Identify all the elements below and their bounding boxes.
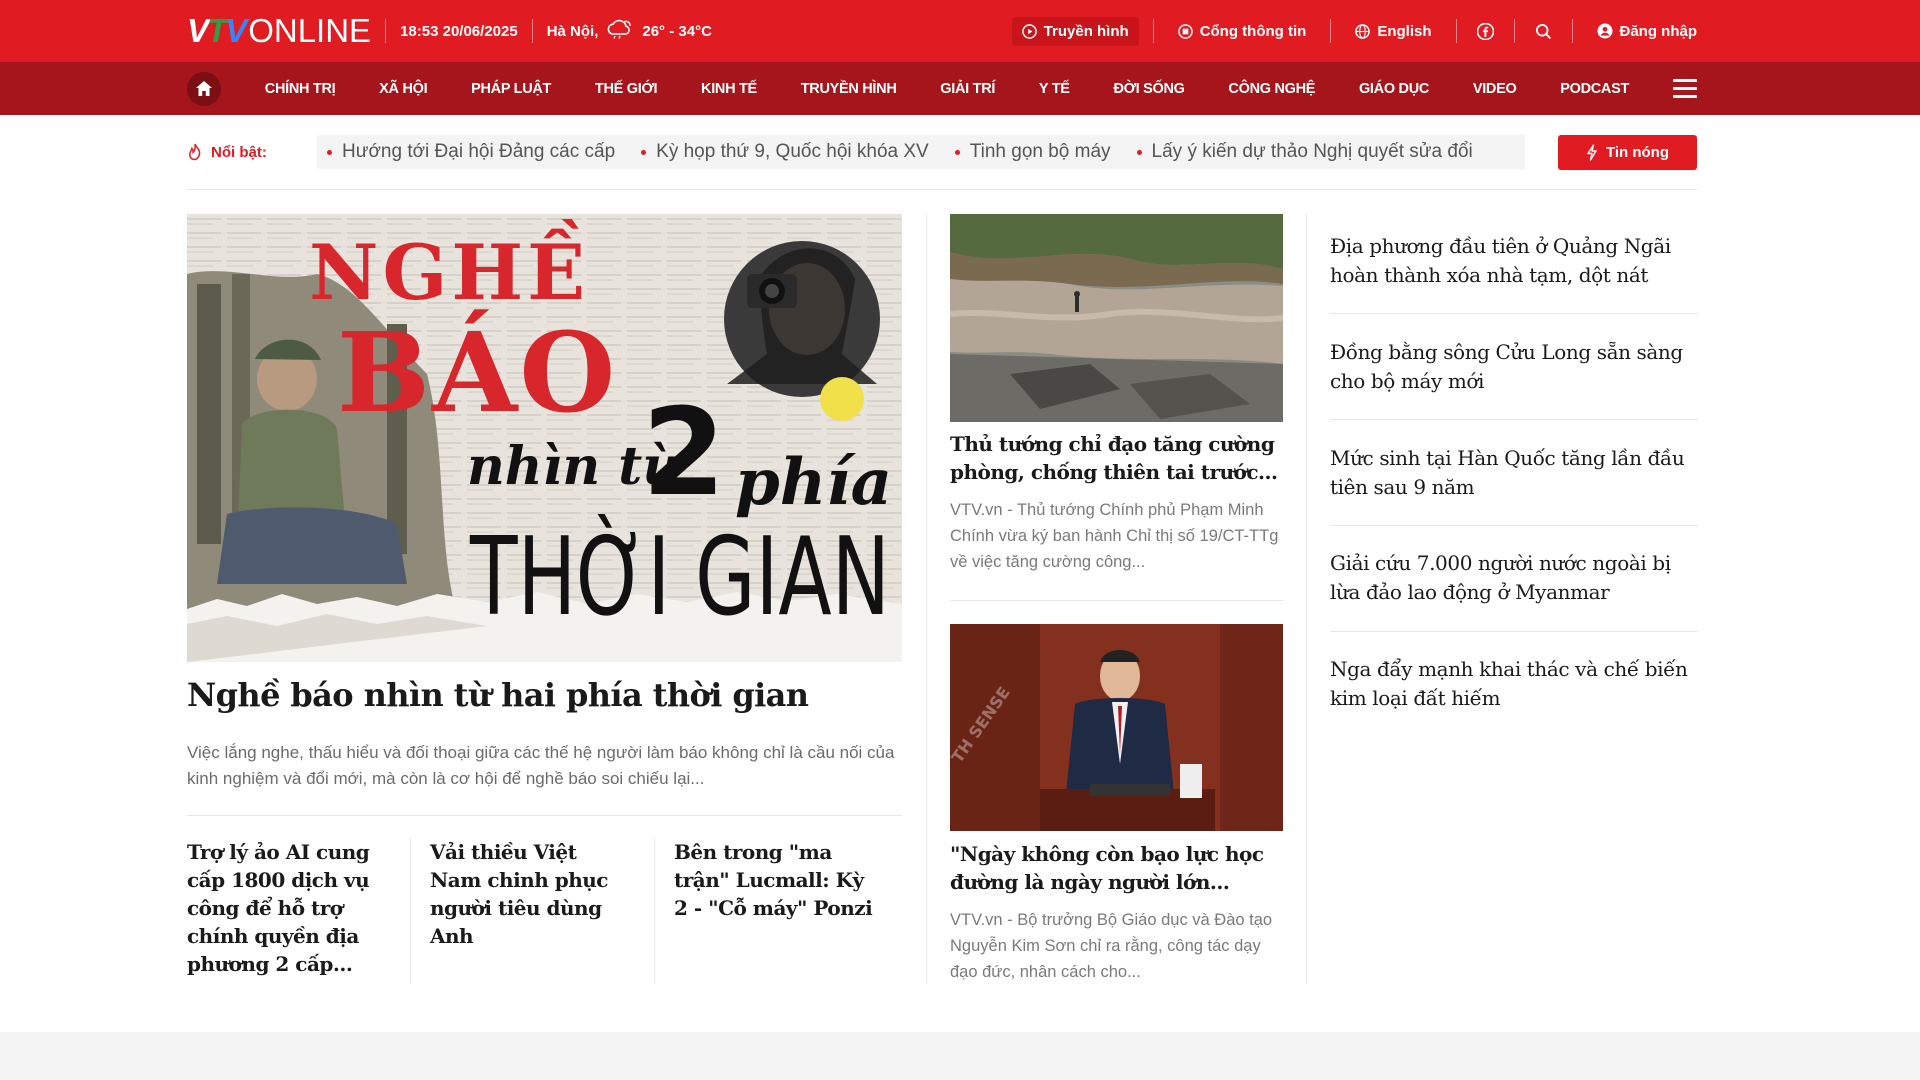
ticker-item[interactable]: Hướng tới Đại hội Đảng các cấp (327, 141, 615, 163)
highlight-bar: Nổi bật: Hướng tới Đại hội Đảng các cấp … (187, 131, 1697, 173)
divider (1455, 19, 1457, 43)
login-link-label: Đăng nhập (1619, 22, 1698, 40)
divider (950, 600, 1283, 601)
cloud-rain-icon (607, 19, 632, 39)
divider (1330, 525, 1698, 526)
nav-item-chinh-tri[interactable]: CHÍNH TRỊ (265, 81, 336, 97)
featured-title[interactable]: Nghề báo nhìn từ hai phía thời gian (187, 676, 902, 714)
column-divider (1306, 214, 1307, 984)
story-title[interactable]: Thủ tướng chỉ đạo tăng cường phòng, chốn… (950, 430, 1283, 486)
story-image-flood[interactable] (950, 214, 1283, 422)
sub-story-title[interactable]: Trợ lý ảo AI cung cấp 1800 dịch vụ công … (187, 838, 387, 978)
nav-item-video[interactable]: VIDEO (1473, 81, 1517, 97)
ticker-item[interactable]: Tinh gọn bộ máy (954, 141, 1111, 163)
divider (385, 19, 387, 43)
menu-icon[interactable] (1672, 79, 1697, 98)
flood-photo (950, 214, 1283, 422)
top-bar: VTV ONLINE 18:53 20/06/2025 Hà Nội, 26° … (0, 0, 1920, 62)
english-link-label: English (1377, 22, 1432, 40)
story-title[interactable]: "Ngày không còn bạo lực học đường là ngà… (950, 840, 1283, 896)
hot-news-button[interactable]: Tin nóng (1558, 134, 1697, 170)
divider (410, 838, 411, 984)
artwork-number-2: 2 (642, 384, 726, 523)
divider (187, 189, 1697, 190)
divider (1513, 19, 1515, 43)
nav-item-giao-duc[interactable]: GIÁO DỤC (1359, 81, 1429, 97)
logo-vtv: VTV (187, 12, 247, 49)
ticker-item[interactable]: Lấy ý kiến dự thảo Nghị quyết sửa đổi (1136, 141, 1473, 163)
divider (654, 838, 655, 984)
highlight-ticker: Hướng tới Đại hội Đảng các cấp Kỳ họp th… (317, 135, 1525, 169)
nav-item-kinh-te[interactable]: KINH TẾ (701, 81, 757, 97)
main-navigation: CHÍNH TRỊ XÃ HỘI PHÁP LUẬT THẾ GIỚI KINH… (0, 62, 1920, 115)
ticker-item[interactable]: Kỳ họp thứ 9, Quốc hội khóa XV (641, 141, 929, 163)
artwork-thoi-gian: THỜI GIAN (469, 512, 890, 640)
lightning-icon (1586, 143, 1598, 161)
user-icon (1597, 23, 1613, 39)
right-story-title[interactable]: Mức sinh tại Hàn Quốc tăng lần đầu tiên … (1330, 444, 1698, 502)
divider (1330, 419, 1698, 420)
weather-location: Hà Nội, (546, 22, 599, 40)
right-story-title[interactable]: Địa phương đầu tiên ở Quảng Ngãi hoàn th… (1330, 232, 1698, 290)
story-summary: VTV.vn - Bộ trưởng Bộ Giáo dục và Đào tạ… (950, 911, 1273, 981)
nav-item-giai-tri[interactable]: GIẢI TRÍ (940, 81, 995, 97)
weather-temperature: 26° - 34°C (642, 22, 712, 40)
divider (1330, 313, 1698, 314)
logo-online: ONLINE (248, 12, 372, 49)
search-icon[interactable] (1529, 23, 1558, 40)
tv-link-label: Truyền hình (1043, 22, 1129, 40)
globe-icon (1355, 23, 1371, 39)
minister-photo: TH SENSE (950, 624, 1283, 831)
nav-item-cong-nghe[interactable]: CÔNG NGHỆ (1228, 81, 1315, 97)
right-story-title[interactable]: Nga đẩy mạnh khai thác và chế biến kim l… (1330, 655, 1698, 713)
footer-band (0, 1032, 1920, 1080)
portal-link-label: Cổng thông tin (1199, 22, 1307, 40)
portal-link[interactable]: Cổng thông tin (1168, 17, 1317, 46)
nav-item-podcast[interactable]: PODCAST (1560, 81, 1629, 97)
nav-item-phap-luat[interactable]: PHÁP LUẬT (471, 81, 551, 97)
column-divider (926, 214, 927, 984)
tv-link[interactable]: Truyền hình (1011, 16, 1139, 46)
artwork-title-nghe: NGHỀ (309, 218, 589, 317)
current-datetime: 18:53 20/06/2025 (400, 22, 518, 40)
facebook-icon[interactable] (1471, 22, 1500, 40)
fire-icon (187, 143, 203, 161)
tv-icon (1021, 23, 1037, 39)
vtv-online-logo[interactable]: VTV ONLINE (187, 0, 371, 62)
divider (1571, 19, 1573, 43)
nav-item-truyen-hinh[interactable]: TRUYỀN HÌNH (801, 81, 897, 97)
divider (1330, 631, 1698, 632)
divider (1330, 19, 1332, 43)
divider (187, 815, 902, 816)
featured-artwork: NGHỀ BÁO nhìn từ 2 phía THỜI GIAN (187, 214, 902, 662)
artwork-phia: phía (735, 445, 892, 520)
highlight-label-text: Nổi bật: (211, 143, 267, 161)
featured-image[interactable]: NGHỀ BÁO nhìn từ 2 phía THỜI GIAN (187, 214, 902, 662)
right-story-title[interactable]: Giải cứu 7.000 người nước ngoài bị lừa đ… (1330, 549, 1698, 607)
divider (1152, 19, 1154, 43)
home-button[interactable] (187, 71, 221, 106)
nav-item-xa-hoi[interactable]: XÃ HỘI (379, 81, 427, 97)
nav-item-the-gioi[interactable]: THẾ GIỚI (595, 81, 658, 97)
highlight-label: Nổi bật: (187, 143, 317, 161)
portal-icon (1177, 23, 1193, 39)
english-link[interactable]: English (1345, 17, 1441, 46)
artwork-title-bao: BÁO (337, 308, 617, 437)
nav-item-y-te[interactable]: Y TẾ (1039, 81, 1070, 97)
sub-story-title[interactable]: Vải thiều Việt Nam chinh phục người tiêu… (430, 838, 630, 950)
nav-item-doi-song[interactable]: ĐỜI SỐNG (1113, 81, 1185, 97)
story-summary: VTV.vn - Thủ tướng Chính phủ Phạm Minh C… (950, 501, 1279, 571)
home-icon (196, 81, 212, 96)
divider (531, 19, 533, 43)
right-story-title[interactable]: Đồng bằng sông Cửu Long sẵn sàng cho bộ … (1330, 338, 1698, 396)
login-link[interactable]: Đăng nhập (1587, 17, 1698, 46)
featured-summary: Việc lắng nghe, thấu hiểu và đối thoại g… (187, 743, 895, 788)
hot-news-label: Tin nóng (1605, 143, 1670, 161)
story-image-minister[interactable]: TH SENSE (950, 624, 1283, 831)
sub-story-title[interactable]: Bên trong "ma trận" Lucmall: Kỳ 2 - "Cỗ … (674, 838, 874, 922)
